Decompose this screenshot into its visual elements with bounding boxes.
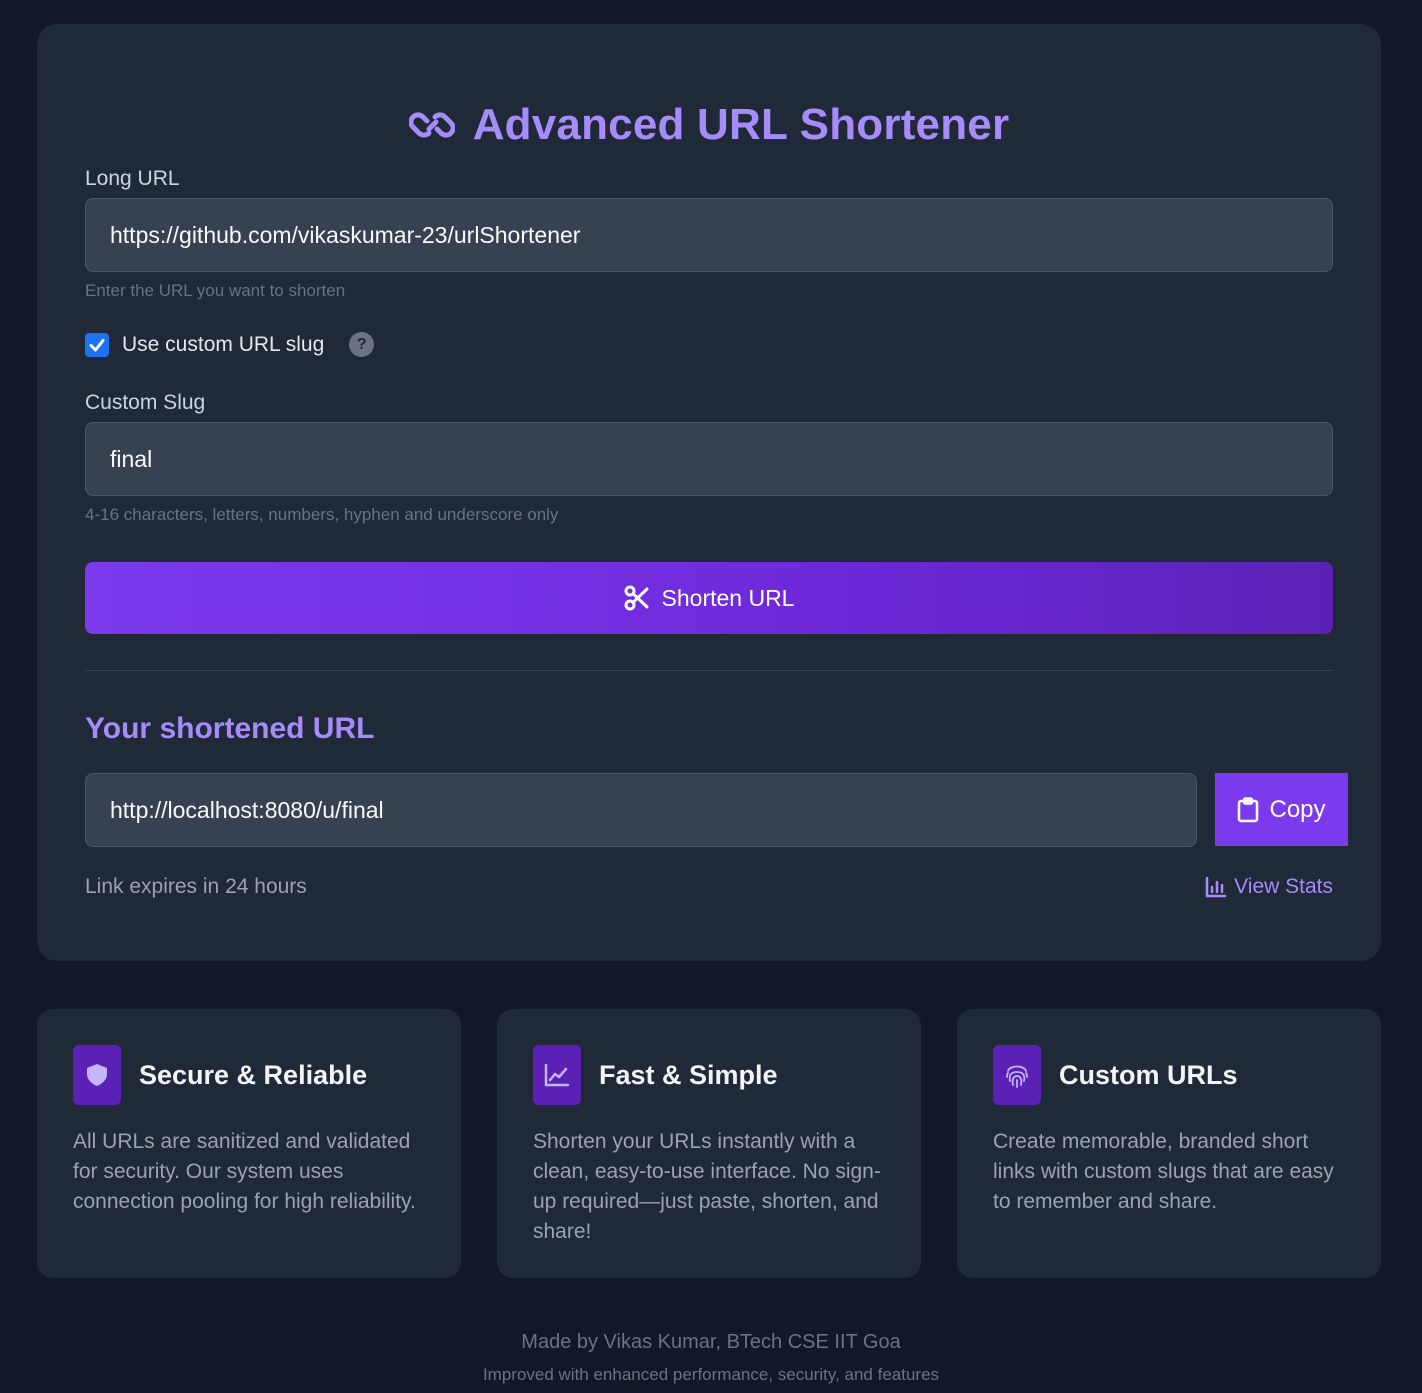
divider <box>85 670 1333 671</box>
feature-description: All URLs are sanitized and validated for… <box>73 1130 416 1213</box>
custom-slug-label: Custom Slug <box>85 391 206 414</box>
view-stats-link[interactable]: View Stats <box>1205 875 1333 899</box>
long-url-hint: Enter the URL you want to shorten <box>85 281 346 300</box>
shorten-url-label: Shorten URL <box>661 584 795 611</box>
short-url-field[interactable]: http://localhost:8080/u/final <box>85 773 1197 847</box>
custom-slug-checkbox-label[interactable]: Use custom URL slug <box>122 333 324 357</box>
feature-card-custom: Custom URLs Create memorable, branded sh… <box>957 1009 1381 1278</box>
feature-description: Shorten your URLs instantly with a clean… <box>533 1130 881 1243</box>
result-title: Your shortened URL <box>85 712 375 745</box>
shorten-url-button[interactable]: Shorten URL <box>85 562 1333 634</box>
feature-card-secure: Secure & Reliable All URLs are sanitized… <box>37 1009 461 1278</box>
help-icon[interactable]: ? <box>349 332 375 357</box>
footer-note: Improved with enhanced performance, secu… <box>482 1365 940 1384</box>
shield-icon <box>73 1045 121 1105</box>
copy-button[interactable]: Copy <box>1215 773 1348 846</box>
link-icon <box>408 112 455 138</box>
view-stats-label: View Stats <box>1234 875 1333 898</box>
header: Advanced URL Shortener <box>37 100 1381 150</box>
bar-chart-icon <box>1205 876 1227 898</box>
feature-title: Fast & Simple <box>599 1059 778 1090</box>
fingerprint-icon <box>993 1045 1041 1105</box>
long-url-label: Long URL <box>85 167 180 190</box>
custom-slug-checkbox[interactable] <box>85 332 109 357</box>
feature-title: Secure & Reliable <box>139 1059 368 1090</box>
chart-line-icon <box>533 1045 581 1105</box>
scissors-icon <box>624 585 649 611</box>
footer-credit: Made by Vikas Kumar, BTech CSE IIT Goa <box>521 1331 901 1353</box>
shortener-card: Advanced URL Shortener Long URL https://… <box>37 24 1381 961</box>
long-url-value: https://github.com/vikaskumar-23/urlShor… <box>110 221 581 248</box>
custom-slug-hint: 4-16 characters, letters, numbers, hyphe… <box>85 505 559 524</box>
page-title: Advanced URL Shortener <box>472 100 1010 149</box>
short-url-value: http://localhost:8080/u/final <box>110 796 384 823</box>
custom-slug-toggle-row: Use custom URL slug ? <box>85 332 375 357</box>
copy-label: Copy <box>1269 795 1326 823</box>
expiry-text: Link expires in 24 hours <box>85 875 307 898</box>
long-url-input[interactable]: https://github.com/vikaskumar-23/urlShor… <box>85 198 1333 272</box>
feature-title: Custom URLs <box>1059 1059 1238 1090</box>
custom-slug-input[interactable]: final <box>85 422 1333 496</box>
feature-card-fast: Fast & Simple Shorten your URLs instantl… <box>497 1009 921 1278</box>
feature-description: Create memorable, branded short links wi… <box>993 1130 1334 1213</box>
custom-slug-value: final <box>110 445 153 472</box>
clipboard-icon <box>1238 796 1259 822</box>
checkmark-icon <box>89 338 105 351</box>
